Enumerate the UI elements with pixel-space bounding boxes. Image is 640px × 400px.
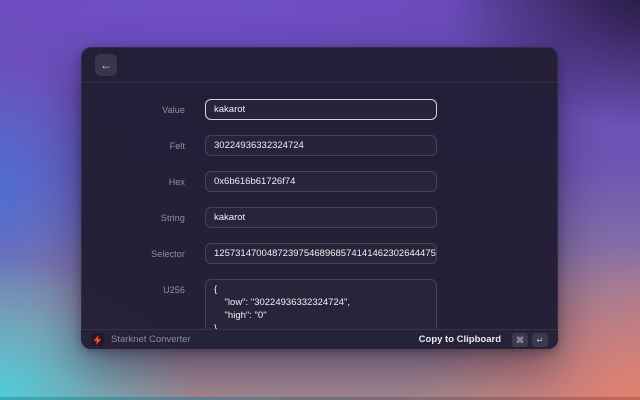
starknet-lightning-icon: [91, 333, 104, 346]
string-input[interactable]: kakarot: [205, 207, 437, 228]
felt-field-label: Felt: [169, 140, 185, 151]
form-row: Hex 0x6b616b61726f74: [81, 171, 558, 192]
hex-field-label: Hex: [168, 176, 185, 187]
copy-to-clipboard-button[interactable]: Copy to Clipboard: [419, 334, 501, 345]
felt-input[interactable]: 30224936332324724: [205, 135, 437, 156]
app-title: Starknet Converter: [111, 334, 191, 345]
return-key-icon[interactable]: ↵: [532, 332, 548, 347]
back-arrow-icon: ←: [100, 57, 112, 72]
command-key-icon[interactable]: ⌘: [512, 332, 528, 347]
action-bar: Starknet Converter Copy to Clipboard ⌘ ↵: [81, 329, 558, 349]
form-row: String kakarot: [81, 207, 558, 228]
converter-form: Value kakarot Felt 30224936332324724 Hex 0x6b…: [81, 84, 558, 329]
u256-field-label: U256: [163, 285, 185, 295]
value-field-label: Value: [162, 104, 185, 115]
hex-input[interactable]: 0x6b616b61726f74: [205, 171, 437, 192]
selector-field-label: Selector: [151, 248, 185, 259]
raycast-window: ← Value kakarot Felt 30224936332324724 Hex 0x…: [81, 47, 558, 349]
value-input[interactable]: kakarot: [205, 99, 437, 120]
form-row: Selector 12573147004872397546896857414146…: [81, 243, 558, 264]
string-field-label: String: [160, 212, 185, 223]
form-row: Felt 30224936332324724: [81, 135, 558, 156]
form-row: U256 { "low": "30224936332324724", "high"…: [81, 279, 558, 329]
window-header: ←: [81, 47, 558, 83]
form-row: Value kakarot: [81, 99, 558, 120]
back-button[interactable]: ←: [95, 53, 117, 76]
selector-input[interactable]: 1257314700487239754689685741414623026444…: [205, 243, 437, 264]
u256-input[interactable]: { "low": "30224936332324724", "high": "0…: [205, 279, 437, 329]
